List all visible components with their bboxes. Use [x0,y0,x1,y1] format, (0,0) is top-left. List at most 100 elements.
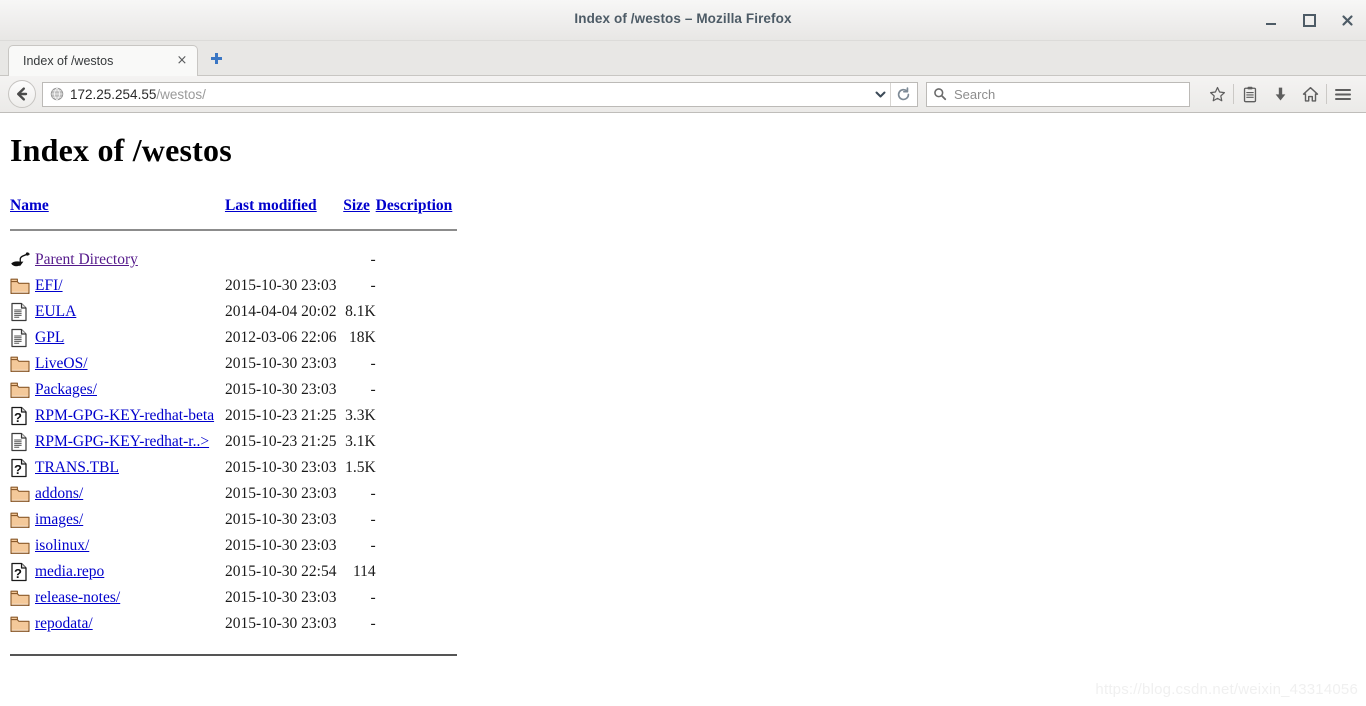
home-button[interactable] [1295,80,1325,108]
file-link[interactable]: GPL [35,329,64,346]
table-header-row: Name Last modified Size Description [10,197,457,221]
url-dropdown-button[interactable] [870,83,890,106]
row-size-cell: - [370,355,376,372]
table-row: ? TRANS.TBL 2015-10-30 23:03 1.5K [10,455,457,481]
file-link[interactable]: images/ [35,511,83,528]
row-date-cell: 2015-10-30 23:03 [224,537,337,554]
plus-icon [210,53,222,64]
home-icon [1302,86,1318,102]
row-description-cell [376,247,457,273]
column-header-description[interactable]: Description [376,197,457,221]
back-button[interactable] [8,80,36,108]
tab-close-icon[interactable]: × [173,52,191,70]
row-size-cell: 1.5K [345,459,376,476]
row-name-cell: LiveOS/ [35,351,225,377]
search-input[interactable]: Search [954,87,995,102]
column-header-description-link[interactable]: Description [376,197,453,214]
row-description-cell [376,585,457,611]
file-link[interactable]: release-notes/ [35,589,120,606]
column-header-last-modified[interactable]: Last modified [225,197,343,221]
row-name-cell: release-notes/ [35,585,225,611]
row-size-cell: 8.1K [345,303,376,320]
watermark: https://blog.csdn.net/weixin_43314056 [1095,681,1358,698]
row-icon-cell [10,507,35,533]
row-date-cell: 2015-10-30 23:03 [224,277,337,294]
download-button[interactable] [1265,80,1295,108]
row-size-cell: 3.3K [345,407,376,424]
folder-icon [10,590,30,607]
file-link[interactable]: media.repo [35,563,104,580]
url-bar[interactable]: 172.25.254.55/westos/ [42,81,918,107]
column-header-size[interactable]: Size [343,197,375,221]
row-icon-cell [10,299,35,325]
column-header-last-modified-link[interactable]: Last modified [225,197,317,214]
bookmark-star-button[interactable] [1202,80,1232,108]
row-size-cell: 3.1K [345,433,376,450]
new-tab-button[interactable] [202,44,230,75]
row-icon-cell: ? [10,403,35,429]
minimize-button[interactable] [1262,11,1280,29]
file-link[interactable]: TRANS.TBL [35,459,119,476]
close-button[interactable] [1338,11,1356,29]
file-link[interactable]: repodata/ [35,615,93,632]
row-icon-cell [10,585,35,611]
parent-directory-icon [11,252,30,267]
file-link[interactable]: EFI/ [35,277,63,294]
browser-window: Index of /westos – Mozilla Firefox Index… [0,0,1366,706]
column-header-name[interactable]: Name [10,197,225,221]
reload-button[interactable] [890,82,915,106]
window-title: Index of /westos – Mozilla Firefox [574,11,792,26]
table-row: repodata/2015-10-30 23:03 - [10,611,457,637]
reader-list-icon [1243,86,1257,102]
row-description-cell [376,299,457,325]
file-link[interactable]: isolinux/ [35,537,89,554]
file-link[interactable]: Packages/ [35,381,97,398]
file-link[interactable]: RPM-GPG-KEY-redhat-r..> [35,433,209,450]
table-row: EFI/2015-10-30 23:03 - [10,273,457,299]
row-icon-cell: ? [10,559,35,585]
tab-label: Index of /westos [23,54,114,68]
file-link[interactable]: EULA [35,303,76,320]
folder-icon [10,356,30,373]
row-date-cell [225,247,343,273]
horizontal-rule-bottom [10,653,457,656]
row-icon-cell [10,481,35,507]
reader-list-button[interactable] [1235,80,1265,108]
back-arrow-icon [17,87,28,101]
row-icon-cell [10,533,35,559]
column-header-name-link[interactable]: Name [10,197,49,214]
browser-tab[interactable]: Index of /westos × [8,45,198,76]
row-description-cell [376,429,457,455]
row-date-cell: 2015-10-30 23:03 [224,485,337,502]
hamburger-menu-icon [1335,88,1351,100]
file-link[interactable]: addons/ [35,485,83,502]
row-size-cell: - [370,511,376,528]
row-date-cell: 2014-04-04 20:02 [224,303,337,320]
row-date-cell: 2015-10-30 23:03 [224,459,337,476]
column-header-size-link[interactable]: Size [343,197,370,214]
search-bar[interactable]: Search [926,81,1190,107]
reload-icon [897,86,909,100]
file-link[interactable]: Parent Directory [35,251,138,268]
maximize-button[interactable] [1300,11,1318,29]
row-description-cell [376,403,457,429]
row-date-cell: 2015-10-30 23:03 [224,355,337,372]
table-header: Name Last modified Size Description [10,197,457,247]
row-description-cell [376,481,457,507]
download-arrow-icon [1275,87,1285,100]
folder-icon [10,278,30,295]
row-name-cell: repodata/ [35,611,225,637]
row-size-cell: - [370,251,376,268]
row-size-cell: 114 [352,563,376,580]
menu-button[interactable] [1328,80,1358,108]
toolbar-divider-2 [1326,84,1327,104]
row-name-cell: images/ [35,507,225,533]
table-footer [10,637,457,663]
table-bottom-rule-cell [10,637,457,663]
svg-text:?: ? [14,462,22,477]
file-link[interactable]: LiveOS/ [35,355,88,372]
file-link[interactable]: RPM-GPG-KEY-redhat-beta [35,407,214,424]
search-icon [934,88,947,101]
url-path: /westos/ [156,86,206,102]
table-bottom-rule-row [10,637,457,663]
